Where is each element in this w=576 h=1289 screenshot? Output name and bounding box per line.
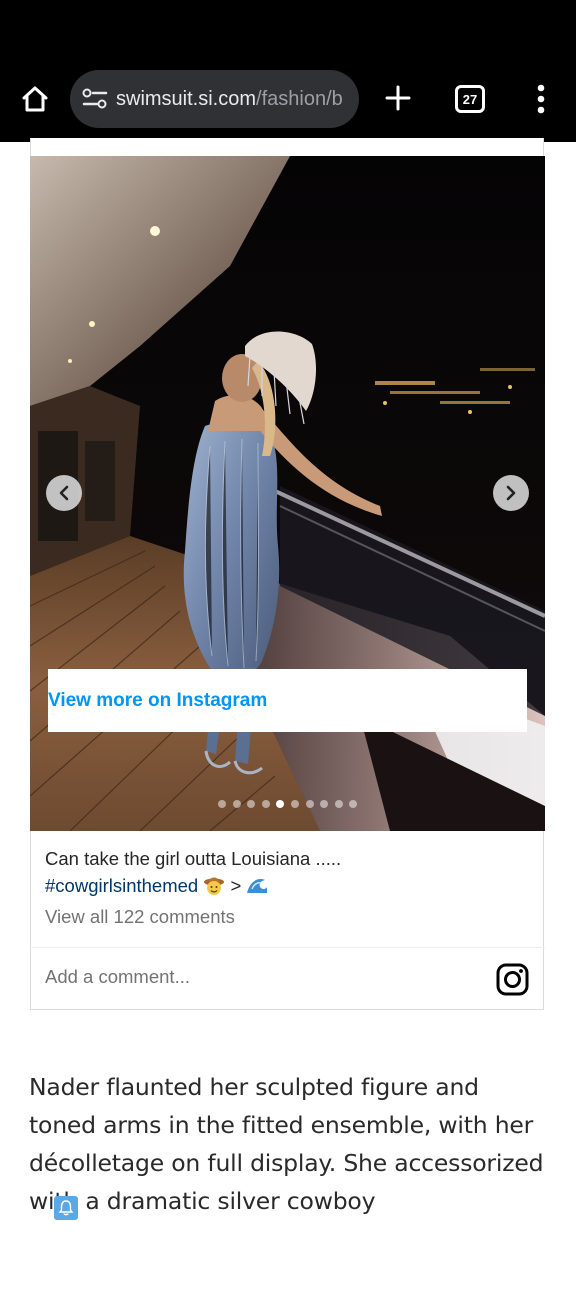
more-vert-icon [537,84,545,114]
chevron-right-icon [506,485,516,501]
carousel-dot [218,800,226,808]
more-menu-button[interactable] [526,80,556,118]
instagram-icon[interactable] [496,963,529,996]
carousel-dot [349,800,358,808]
tune-icon[interactable] [82,88,108,110]
wave-emoji-icon [247,879,268,893]
plus-icon [385,85,411,111]
home-icon [22,86,48,112]
url-text[interactable]: swimsuit.si.com/fashion/b [116,88,343,111]
add-comment-input[interactable]: Add a comment... [45,966,190,988]
browser-toolbar: swimsuit.si.com/fashion/b 27 [0,60,576,142]
bell-icon [58,1200,74,1216]
new-tab-button[interactable] [380,80,416,116]
carousel-indicator [218,800,358,808]
hashtag-link[interactable]: #cowgirlsinthemed [45,875,198,896]
carousel-dot [247,800,256,808]
carousel-dot [261,800,270,808]
caption-text: Can take the girl outta Louisiana ..... [45,848,342,869]
cowboy-emoji-icon [204,877,225,895]
notification-bell-button[interactable] [54,1196,78,1220]
post-caption: Can take the girl outta Louisiana ..... … [45,845,535,899]
url-host: swimsuit.si.com [116,87,257,110]
address-bar[interactable]: swimsuit.si.com/fashion/b [70,70,359,128]
carousel-next-button[interactable] [493,475,529,511]
divider [30,947,545,948]
carousel-dot [334,800,343,808]
view-more-on-instagram-link[interactable]: View more on Instagram [48,669,527,732]
carousel-dot [232,800,241,808]
carousel-dot [320,800,329,808]
chevron-left-icon [59,485,69,501]
status-bar [0,0,576,60]
carousel-prev-button[interactable] [46,475,82,511]
view-more-label: View more on Instagram [48,689,268,711]
carousel-dot [276,800,285,808]
home-button[interactable] [14,78,56,120]
article-paragraph: Nader flaunted her sculpted figure and t… [29,1073,544,1215]
view-all-comments-link[interactable]: View all 122 comments [45,906,235,928]
carousel-dot [290,800,299,808]
carousel-dot [305,800,314,808]
caption-arrow: > [230,875,242,896]
tab-switcher-button[interactable]: 27 [455,85,485,113]
url-path: /fashion/b [256,87,343,110]
